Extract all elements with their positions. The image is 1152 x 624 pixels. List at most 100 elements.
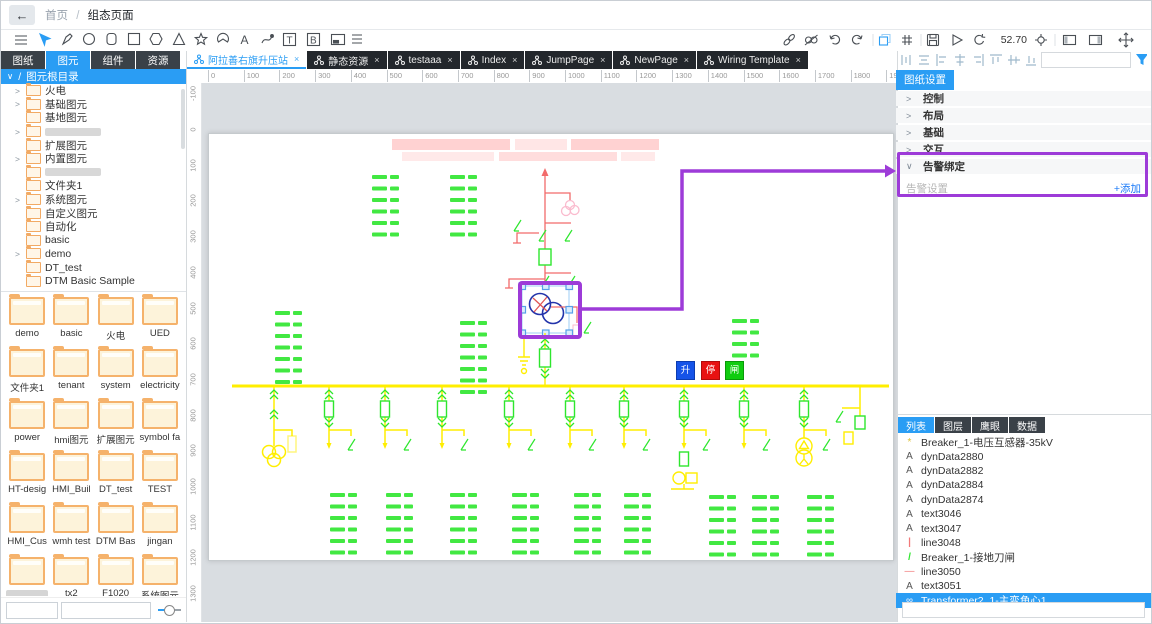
close-icon[interactable]: × (374, 55, 379, 65)
accordion-section[interactable]: > 控制 (896, 91, 1151, 106)
align-bottom-icon[interactable] (1026, 56, 1036, 65)
path-tool-icon[interactable] (262, 35, 273, 43)
move-canvas-icon[interactable] (1119, 33, 1133, 47)
tree-row[interactable]: 扩展图元 (1, 138, 186, 152)
close-icon[interactable]: × (512, 55, 517, 65)
layer-row[interactable]: A dynData2882 (896, 464, 1151, 478)
locate-icon[interactable] (1035, 34, 1047, 46)
add-alarm-button[interactable]: +添加 (1114, 181, 1141, 196)
align-left-icon[interactable] (937, 54, 946, 66)
tree-row[interactable]: DT_test (1, 261, 186, 275)
menu-icon[interactable] (15, 36, 27, 44)
layer-row[interactable]: * Breaker_1-电压互感器-35kV (896, 435, 1151, 449)
rounded-rect-tool-icon[interactable] (107, 34, 116, 45)
close-icon[interactable]: × (684, 55, 689, 65)
layer-row[interactable]: A dynData2880 (896, 449, 1151, 463)
layer-row[interactable]: A text3051 (896, 579, 1151, 593)
sidebar-tab[interactable]: 图元 (46, 51, 90, 69)
drawing-tab[interactable]: 阿拉善右旗升压站 × (187, 51, 306, 69)
folder-grid-item[interactable]: jingan (138, 505, 182, 557)
footer-input-2[interactable] (61, 602, 151, 619)
folder-grid-item[interactable]: HT-desig (5, 453, 49, 505)
folder-grid-item[interactable]: symbol fa (138, 401, 182, 453)
folder-grid-item[interactable] (5, 557, 49, 596)
align-center-icon[interactable] (955, 54, 965, 66)
rect-tool-icon[interactable] (129, 34, 140, 45)
breadcrumb-home[interactable]: 首页 (45, 10, 68, 22)
align-middle-icon[interactable] (1008, 55, 1020, 65)
drawing-tab[interactable]: Index × (461, 51, 525, 69)
folder-grid-item[interactable]: UED (138, 297, 182, 349)
layer-list-icon[interactable] (352, 35, 362, 43)
folder-grid-item[interactable]: 火电 (94, 297, 138, 349)
folder-grid-item[interactable]: 文件夹1 (5, 349, 49, 401)
folder-grid-item[interactable]: tx2 (49, 557, 93, 596)
refresh-icon[interactable] (975, 34, 985, 44)
folder-grid-item[interactable]: power (5, 401, 49, 453)
tree-row[interactable]: 自定义图元 (1, 206, 186, 220)
pen-tool-icon[interactable] (63, 34, 72, 44)
unlink-icon[interactable] (805, 35, 818, 45)
folder-grid-item[interactable]: tenant (49, 349, 93, 401)
layers-panel-tab[interactable]: 数据 (1009, 417, 1045, 433)
drawing-tab[interactable]: testaaa × (388, 51, 460, 69)
ellipse-tool-icon[interactable] (84, 34, 95, 45)
folder-grid-item[interactable]: TEST (138, 453, 182, 505)
folder-grid-item[interactable]: wmh test (49, 505, 93, 557)
textbox-tool-icon[interactable]: T (284, 34, 296, 47)
accordion-section[interactable]: ∨ 告警绑定 (896, 159, 1151, 174)
tree-row[interactable]: > 内置图元 (1, 152, 186, 166)
folder-grid-item[interactable]: basic (49, 297, 93, 349)
close-icon[interactable]: × (294, 54, 299, 64)
font-tool-icon[interactable]: A (241, 33, 249, 47)
distribute-h-icon[interactable] (902, 55, 910, 65)
arc-tool-icon[interactable] (218, 33, 229, 42)
folder-grid-item[interactable]: DT_test (94, 453, 138, 505)
close-icon[interactable]: × (600, 55, 605, 65)
filter-icon[interactable] (1136, 54, 1147, 66)
canvas-button-gate[interactable]: 闸 (725, 361, 744, 380)
slider-knob[interactable] (164, 605, 175, 616)
tree-row[interactable]: 文件夹1 (1, 179, 186, 193)
folder-grid-item[interactable]: demo (5, 297, 49, 349)
link-icon[interactable] (783, 33, 796, 46)
preview-icon[interactable] (953, 35, 962, 45)
folder-grid-item[interactable]: system (94, 349, 138, 401)
layer-row[interactable]: A dynData2884 (896, 478, 1151, 492)
accordion-section[interactable]: > 交互 (896, 142, 1151, 157)
sidebar-tab[interactable]: 图纸 (1, 51, 45, 69)
panel-search-input[interactable] (1041, 52, 1131, 68)
tree-row[interactable]: > 系统图元 (1, 193, 186, 207)
zoom-percentage[interactable]: 52.70 (1001, 34, 1027, 46)
drawing-tab[interactable]: 静态资源 × (307, 51, 386, 69)
tree-scrollbar[interactable] (181, 89, 185, 149)
accordion-section[interactable]: > 布局 (896, 108, 1151, 123)
tree-row[interactable]: > demo (1, 247, 186, 261)
layers-panel-tab[interactable]: 鹰眼 (972, 417, 1008, 433)
triangle-tool-icon[interactable] (174, 34, 185, 45)
grid-icon[interactable] (902, 35, 912, 45)
align-right-icon[interactable] (974, 54, 983, 66)
layer-row[interactable]: A text3047 (896, 521, 1151, 535)
folder-grid-item[interactable]: 系统图元 (138, 557, 182, 596)
layer-row[interactable]: A dynData2874 (896, 493, 1151, 507)
polygon-tool-icon[interactable] (150, 34, 162, 45)
tree-row[interactable]: > 火电 (1, 84, 186, 98)
tree-row[interactable]: > (1, 125, 186, 139)
folder-grid-item[interactable]: electricity (138, 349, 182, 401)
sidebar-tab[interactable]: 资源 (136, 51, 180, 69)
layers-filter-input[interactable] (902, 602, 1145, 618)
layer-row[interactable]: / Breaker_1-接地刀闸 (896, 550, 1151, 564)
panel-left-icon[interactable] (1064, 36, 1076, 45)
drawing-tab[interactable]: NewPage × (613, 51, 696, 69)
footer-input-1[interactable] (6, 602, 58, 619)
close-icon[interactable]: × (796, 55, 801, 65)
accordion-section[interactable]: > 基础 (896, 125, 1151, 140)
layer-row[interactable]: | line3048 (896, 536, 1151, 550)
drawing-tab[interactable]: JumpPage × (525, 51, 612, 69)
distribute-v-icon[interactable] (919, 56, 929, 64)
back-button[interactable]: ← (9, 5, 35, 25)
layers-panel-tab[interactable]: 列表 (898, 417, 934, 433)
layer-row[interactable]: — line3050 (896, 565, 1151, 579)
canvas-button-stop[interactable]: 停 (701, 361, 720, 380)
